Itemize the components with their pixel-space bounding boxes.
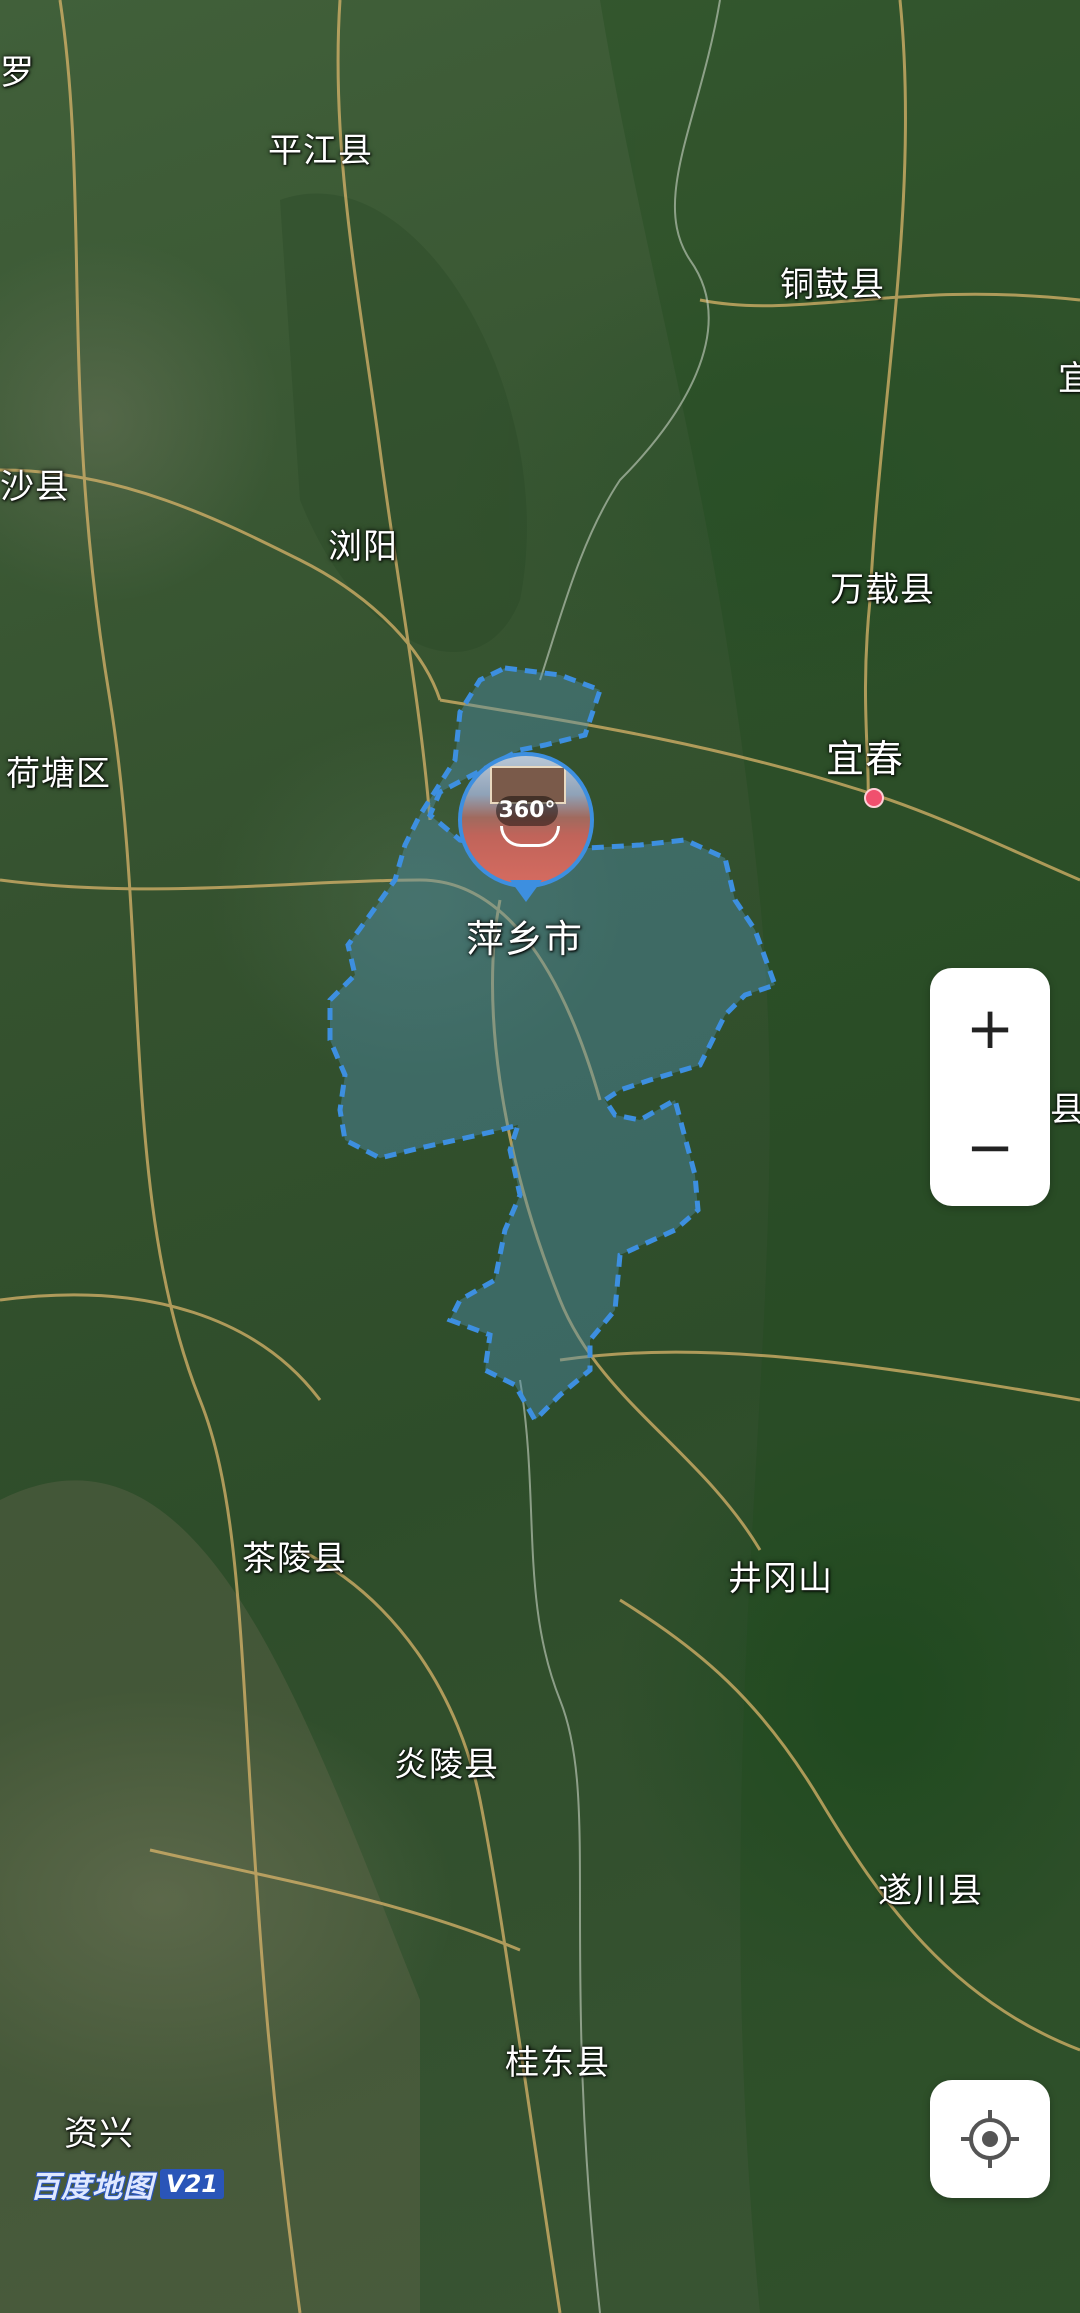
place-label-yi: 宜 xyxy=(1058,359,1080,399)
locate-icon xyxy=(961,2110,1019,2168)
locate-button[interactable] xyxy=(930,2080,1050,2198)
place-label-wanzai: 万载县 xyxy=(830,570,935,610)
minus-icon: − xyxy=(965,1112,1015,1181)
zoom-control: + − xyxy=(930,968,1050,1206)
panorama-marker[interactable]: 360° xyxy=(458,752,594,918)
place-label-guidong: 桂东县 xyxy=(505,2043,610,2083)
panorama-badge: 360° xyxy=(496,796,558,826)
zoom-in-button[interactable]: + xyxy=(930,968,1050,1087)
map-provider-logo: 百度地图 V21 xyxy=(30,2166,224,2205)
rotate-arc-icon xyxy=(500,826,560,847)
plus-icon: + xyxy=(965,993,1015,1062)
panorama-photo-icon: 360° xyxy=(458,752,594,888)
zoom-out-button[interactable]: − xyxy=(930,1087,1050,1206)
place-label-yichun: 宜春 xyxy=(826,737,905,781)
place-label-changsha: 沙县 xyxy=(0,467,70,507)
place-label-edge: 县 xyxy=(1050,1090,1080,1130)
place-label-pingxiang[interactable]: 萍乡市 xyxy=(466,920,583,958)
city-center-dot[interactable] xyxy=(864,788,884,808)
satellite-map[interactable]: 罗 平江县 铜鼓县 宜 沙县 浏阳 万载县 荷塘区 宜春 萍乡市 茶陵县 井冈山… xyxy=(0,0,1080,2313)
place-label-zixing: 资兴 xyxy=(64,2114,134,2154)
place-label-pingjiang: 平江县 xyxy=(268,131,373,171)
logo-text: 百度地图 xyxy=(30,2170,154,2205)
place-label-tonggu: 铜鼓县 xyxy=(780,265,885,305)
marker-pointer xyxy=(510,880,542,902)
place-label-suichuan: 遂川县 xyxy=(878,1871,983,1911)
map-geometry xyxy=(0,0,1080,2313)
place-label-liuyang: 浏阳 xyxy=(328,527,398,567)
road xyxy=(0,1293,322,1401)
place-label-yanling: 炎陵县 xyxy=(394,1745,499,1785)
logo-version: V21 xyxy=(160,2169,224,2199)
place-label-hetang: 荷塘区 xyxy=(6,754,111,794)
place-label-jinggangshan: 井冈山 xyxy=(728,1559,833,1599)
place-label-chaling: 茶陵县 xyxy=(242,1539,347,1579)
place-label-luo: 罗 xyxy=(0,53,35,93)
